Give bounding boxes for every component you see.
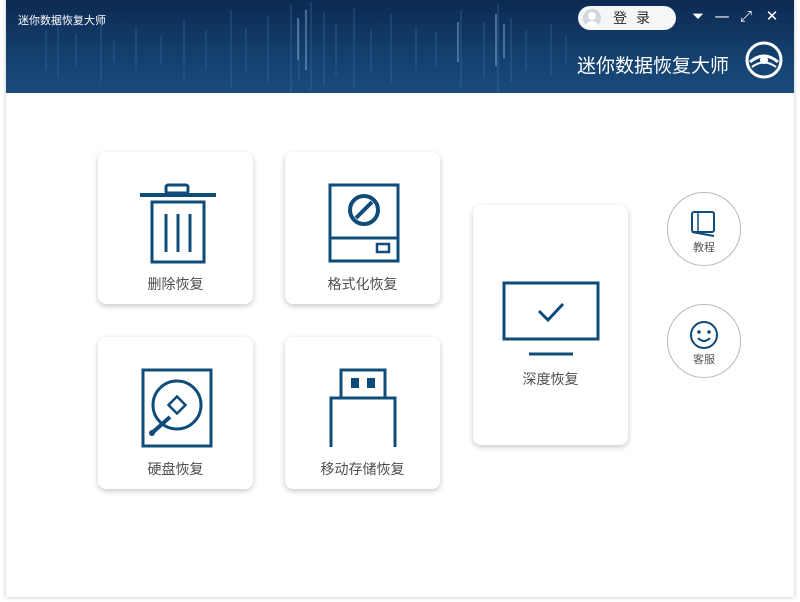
delete-recovery-label: 删除恢复 xyxy=(147,277,204,293)
title-bar: 迷你数据恢复大师 登录 ⏷ — ⤢ ✕ 迷你数据恢复大师 xyxy=(6,0,794,93)
customer-service-button[interactable]: 客服 xyxy=(667,304,741,378)
disk-recovery-label: 硬盘恢复 xyxy=(147,462,204,478)
customer-service-label: 客服 xyxy=(693,353,715,366)
usb-drive-icon xyxy=(329,368,397,447)
deep-recovery-card[interactable]: 深度恢复 xyxy=(473,205,628,445)
format-recovery-label: 格式化恢复 xyxy=(327,277,398,293)
removable-storage-recovery-card[interactable]: 移动存储恢复 xyxy=(285,337,440,489)
brand-logo-icon xyxy=(745,41,783,79)
trash-icon xyxy=(140,183,216,264)
format-disk-icon xyxy=(328,183,400,263)
removable-storage-recovery-label: 移动存储恢复 xyxy=(320,462,405,478)
login-button[interactable]: 登录 xyxy=(578,6,676,30)
maximize-icon[interactable]: ⤢ xyxy=(736,7,756,25)
monitor-check-icon xyxy=(502,281,600,356)
smiley-icon xyxy=(690,321,718,349)
book-icon xyxy=(691,211,715,237)
close-icon[interactable]: ✕ xyxy=(762,7,782,25)
hard-disk-icon xyxy=(141,368,213,448)
minimize-icon[interactable]: — xyxy=(712,7,732,25)
deep-recovery-label: 深度恢复 xyxy=(522,372,579,388)
user-avatar-icon xyxy=(583,9,601,27)
tutorial-button[interactable]: 教程 xyxy=(667,192,741,266)
delete-recovery-card[interactable]: 删除恢复 xyxy=(98,152,253,304)
menu-icon[interactable]: ⏷ xyxy=(688,7,708,25)
window-title: 迷你数据恢复大师 xyxy=(18,14,106,27)
disk-recovery-card[interactable]: 硬盘恢复 xyxy=(98,337,253,489)
format-recovery-card[interactable]: 格式化恢复 xyxy=(285,152,440,304)
brand-name: 迷你数据恢复大师 xyxy=(577,55,730,77)
app-window: 迷你数据恢复大师 登录 ⏷ — ⤢ ✕ 迷你数据恢复大师 删除恢复 格式化恢复 … xyxy=(6,0,794,597)
tutorial-label: 教程 xyxy=(693,241,715,254)
waveform-decoration xyxy=(45,2,567,92)
login-label: 登录 xyxy=(613,11,659,27)
